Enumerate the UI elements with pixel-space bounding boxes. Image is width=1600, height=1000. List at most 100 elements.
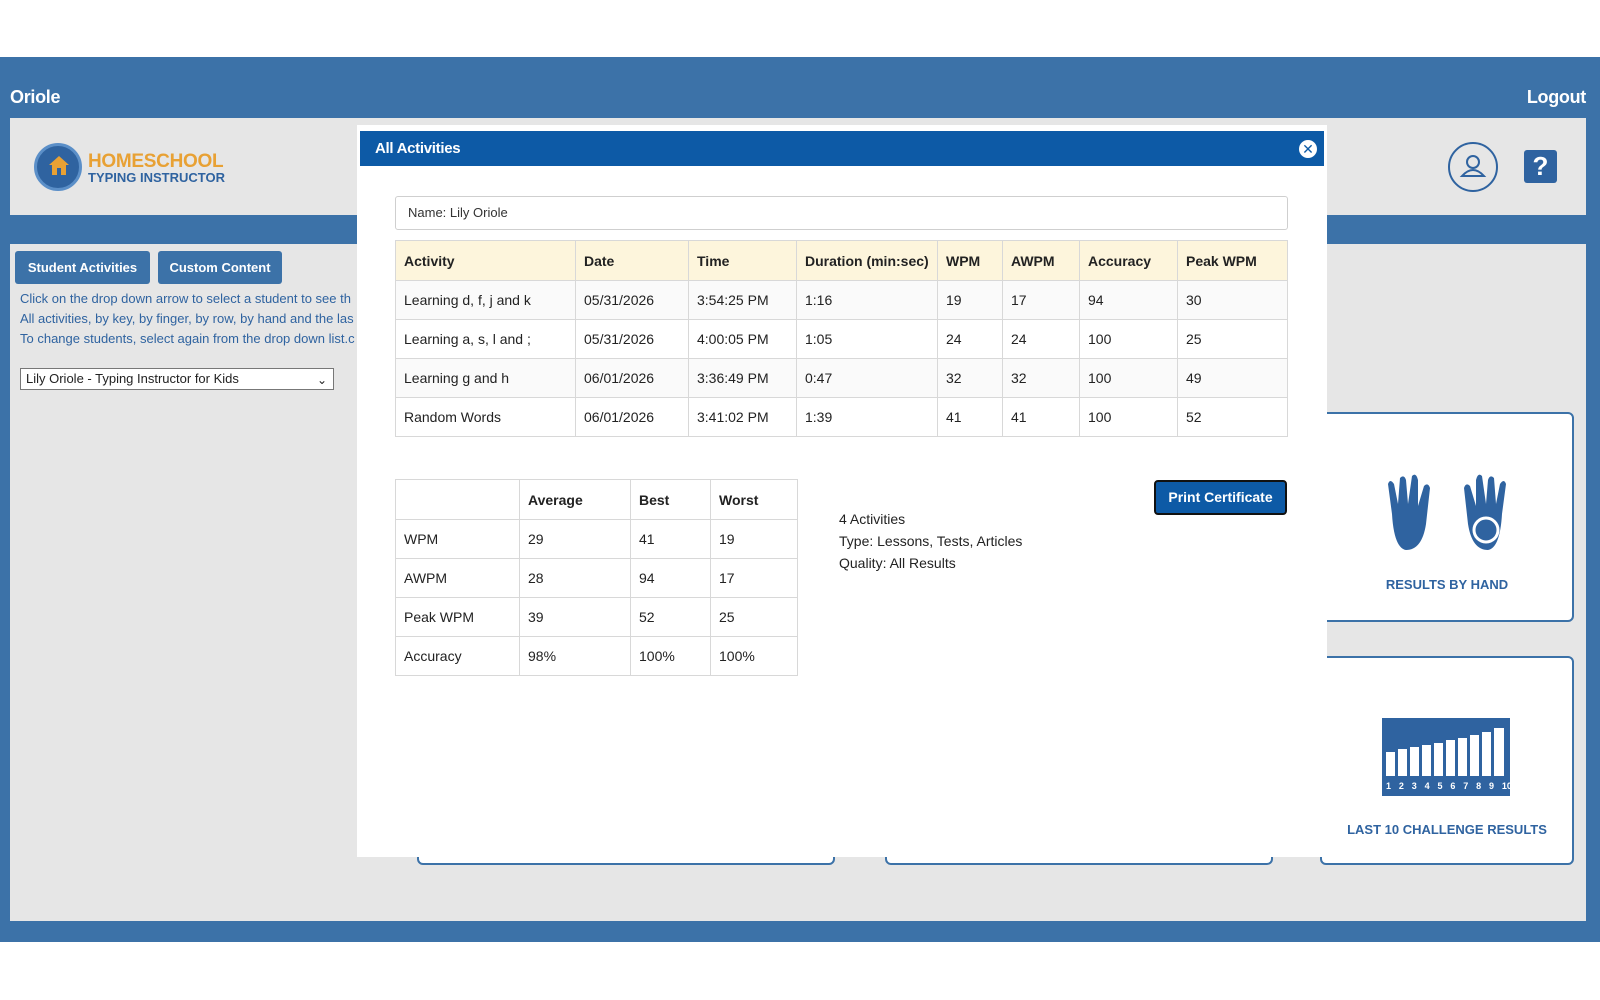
bar-number: 7 bbox=[1463, 781, 1469, 791]
table-cell: 32 bbox=[1002, 358, 1080, 398]
bar-number: 3 bbox=[1411, 781, 1417, 791]
column-header: AWPM bbox=[1002, 240, 1080, 281]
column-header: Average bbox=[519, 479, 631, 520]
table-cell: 100% bbox=[710, 636, 798, 676]
student-select-value: Lily Oriole - Typing Instructor for Kids bbox=[26, 371, 239, 386]
table-cell: 3:36:49 PM bbox=[688, 358, 797, 398]
table-cell: 100 bbox=[1079, 319, 1178, 359]
table-row: WPM 29 41 19 bbox=[395, 519, 798, 559]
table-cell: 28 bbox=[519, 558, 631, 598]
bar-number: 4 bbox=[1424, 781, 1430, 791]
column-header: WPM bbox=[937, 240, 1003, 281]
tab-student-activities[interactable]: Student Activities bbox=[15, 251, 150, 284]
table-cell: 0:47 bbox=[796, 358, 938, 398]
table-row: Peak WPM 39 52 25 bbox=[395, 597, 798, 637]
help-button[interactable]: ? bbox=[1524, 150, 1557, 183]
tab-custom-content[interactable]: Custom Content bbox=[158, 251, 282, 284]
table-cell: 24 bbox=[1002, 319, 1080, 359]
table-cell: 1:39 bbox=[796, 397, 938, 437]
table-cell: 39 bbox=[519, 597, 631, 637]
table-cell: 3:54:25 PM bbox=[688, 280, 797, 320]
table-header-row: Average Best Worst bbox=[395, 479, 798, 520]
table-cell: 1:16 bbox=[796, 280, 938, 320]
bar-numbers: 1 2 3 4 5 6 7 8 9 10 bbox=[1386, 781, 1512, 791]
table-row: Random Words 06/01/2026 3:41:02 PM 1:39 … bbox=[395, 397, 1288, 437]
table-cell: 98% bbox=[519, 636, 631, 676]
table-cell: 41 bbox=[630, 519, 711, 559]
bar-number: 6 bbox=[1450, 781, 1456, 791]
instructions-text: Click on the drop down arrow to select a… bbox=[20, 289, 360, 349]
table-row: Learning a, s, l and ; 05/31/2026 4:00:0… bbox=[395, 319, 1288, 359]
table-row: Learning g and h 06/01/2026 3:36:49 PM 0… bbox=[395, 358, 1288, 398]
close-icon[interactable]: ✕ bbox=[1297, 138, 1319, 160]
print-certificate-button[interactable]: Print Certificate bbox=[1154, 480, 1287, 515]
table-cell: 30 bbox=[1177, 280, 1288, 320]
summary-table: Average Best Worst WPM 29 41 19 AWPM 28 … bbox=[395, 479, 798, 676]
activity-type: Type: Lessons, Tests, Articles bbox=[839, 533, 1023, 549]
all-activities-modal: All Activities ✕ Name: Lily Oriole Activ… bbox=[357, 125, 1327, 857]
last-10-challenge-card[interactable]: 1 2 3 4 5 6 7 8 9 10 LAST 10 CHALLENGE R… bbox=[1320, 656, 1574, 865]
table-cell: Learning d, f, j and k bbox=[395, 280, 576, 320]
table-cell: 06/01/2026 bbox=[575, 397, 689, 437]
table-row: AWPM 28 94 17 bbox=[395, 558, 798, 598]
table-cell: 49 bbox=[1177, 358, 1288, 398]
table-cell: 100 bbox=[1079, 397, 1178, 437]
summary-info: 4 Activities Type: Lessons, Tests, Artic… bbox=[839, 508, 1022, 574]
modal-title: All Activities bbox=[375, 140, 461, 157]
column-header: Worst bbox=[710, 479, 798, 520]
column-header: Date bbox=[575, 240, 689, 281]
results-by-hand-card[interactable]: RESULTS BY HAND bbox=[1320, 412, 1574, 622]
student-select[interactable]: Lily Oriole - Typing Instructor for Kids… bbox=[20, 368, 334, 390]
app-title: Oriole bbox=[10, 87, 61, 107]
table-cell: 4:00:05 PM bbox=[688, 319, 797, 359]
table-cell: 100 bbox=[1079, 358, 1178, 398]
activity-quality: Quality: All Results bbox=[839, 555, 956, 571]
column-header: Best bbox=[630, 479, 711, 520]
table-cell: AWPM bbox=[395, 558, 520, 598]
table-cell: 17 bbox=[1002, 280, 1080, 320]
table-cell: Learning g and h bbox=[395, 358, 576, 398]
table-cell: 05/31/2026 bbox=[575, 280, 689, 320]
table-cell: Learning a, s, l and ; bbox=[395, 319, 576, 359]
instruction-line: Click on the drop down arrow to select a… bbox=[20, 291, 351, 306]
bar-number: 10 bbox=[1501, 781, 1512, 791]
chevron-down-icon: ⌄ bbox=[316, 373, 327, 387]
column-header: Duration (min:sec) bbox=[796, 240, 938, 281]
table-cell: Random Words bbox=[395, 397, 576, 437]
table-cell: 29 bbox=[519, 519, 631, 559]
table-cell: 32 bbox=[937, 358, 1003, 398]
table-cell: 24 bbox=[937, 319, 1003, 359]
house-icon bbox=[49, 156, 69, 175]
table-cell: 06/01/2026 bbox=[575, 358, 689, 398]
bar-number: 5 bbox=[1437, 781, 1443, 791]
bar-number: 1 bbox=[1386, 781, 1392, 791]
table-cell: 17 bbox=[710, 558, 798, 598]
table-cell: 52 bbox=[630, 597, 711, 637]
instruction-line: All activities, by key, by finger, by ro… bbox=[20, 311, 354, 326]
table-cell: 94 bbox=[1079, 280, 1178, 320]
results-by-hand-label: RESULTS BY HAND bbox=[1385, 577, 1509, 592]
table-row: Learning d, f, j and k 05/31/2026 3:54:2… bbox=[395, 280, 1288, 320]
column-header: Accuracy bbox=[1079, 240, 1178, 281]
last-10-challenge-label: LAST 10 CHALLENGE RESULTS bbox=[1347, 822, 1547, 837]
column-header bbox=[395, 479, 520, 520]
table-cell: 25 bbox=[710, 597, 798, 637]
table-cell: Accuracy bbox=[395, 636, 520, 676]
logout-link[interactable]: Logout bbox=[1527, 87, 1586, 108]
table-row: Accuracy 98% 100% 100% bbox=[395, 636, 798, 676]
table-cell: Peak WPM bbox=[395, 597, 520, 637]
hands-icon bbox=[1388, 474, 1506, 550]
activity-count: 4 Activities bbox=[839, 511, 906, 527]
logo-icon bbox=[34, 143, 82, 191]
table-cell: 52 bbox=[1177, 397, 1288, 437]
help-icon: ? bbox=[1532, 151, 1549, 181]
instruction-line: To change students, select again from th… bbox=[20, 331, 355, 346]
table-cell: 41 bbox=[1002, 397, 1080, 437]
column-header: Peak WPM bbox=[1177, 240, 1288, 281]
column-header: Time bbox=[688, 240, 797, 281]
column-header: Activity bbox=[395, 240, 576, 281]
bar-number: 8 bbox=[1476, 781, 1482, 791]
user-profile-button[interactable] bbox=[1448, 142, 1498, 192]
student-name-field: Name: Lily Oriole bbox=[395, 196, 1288, 230]
table-cell: 3:41:02 PM bbox=[688, 397, 797, 437]
